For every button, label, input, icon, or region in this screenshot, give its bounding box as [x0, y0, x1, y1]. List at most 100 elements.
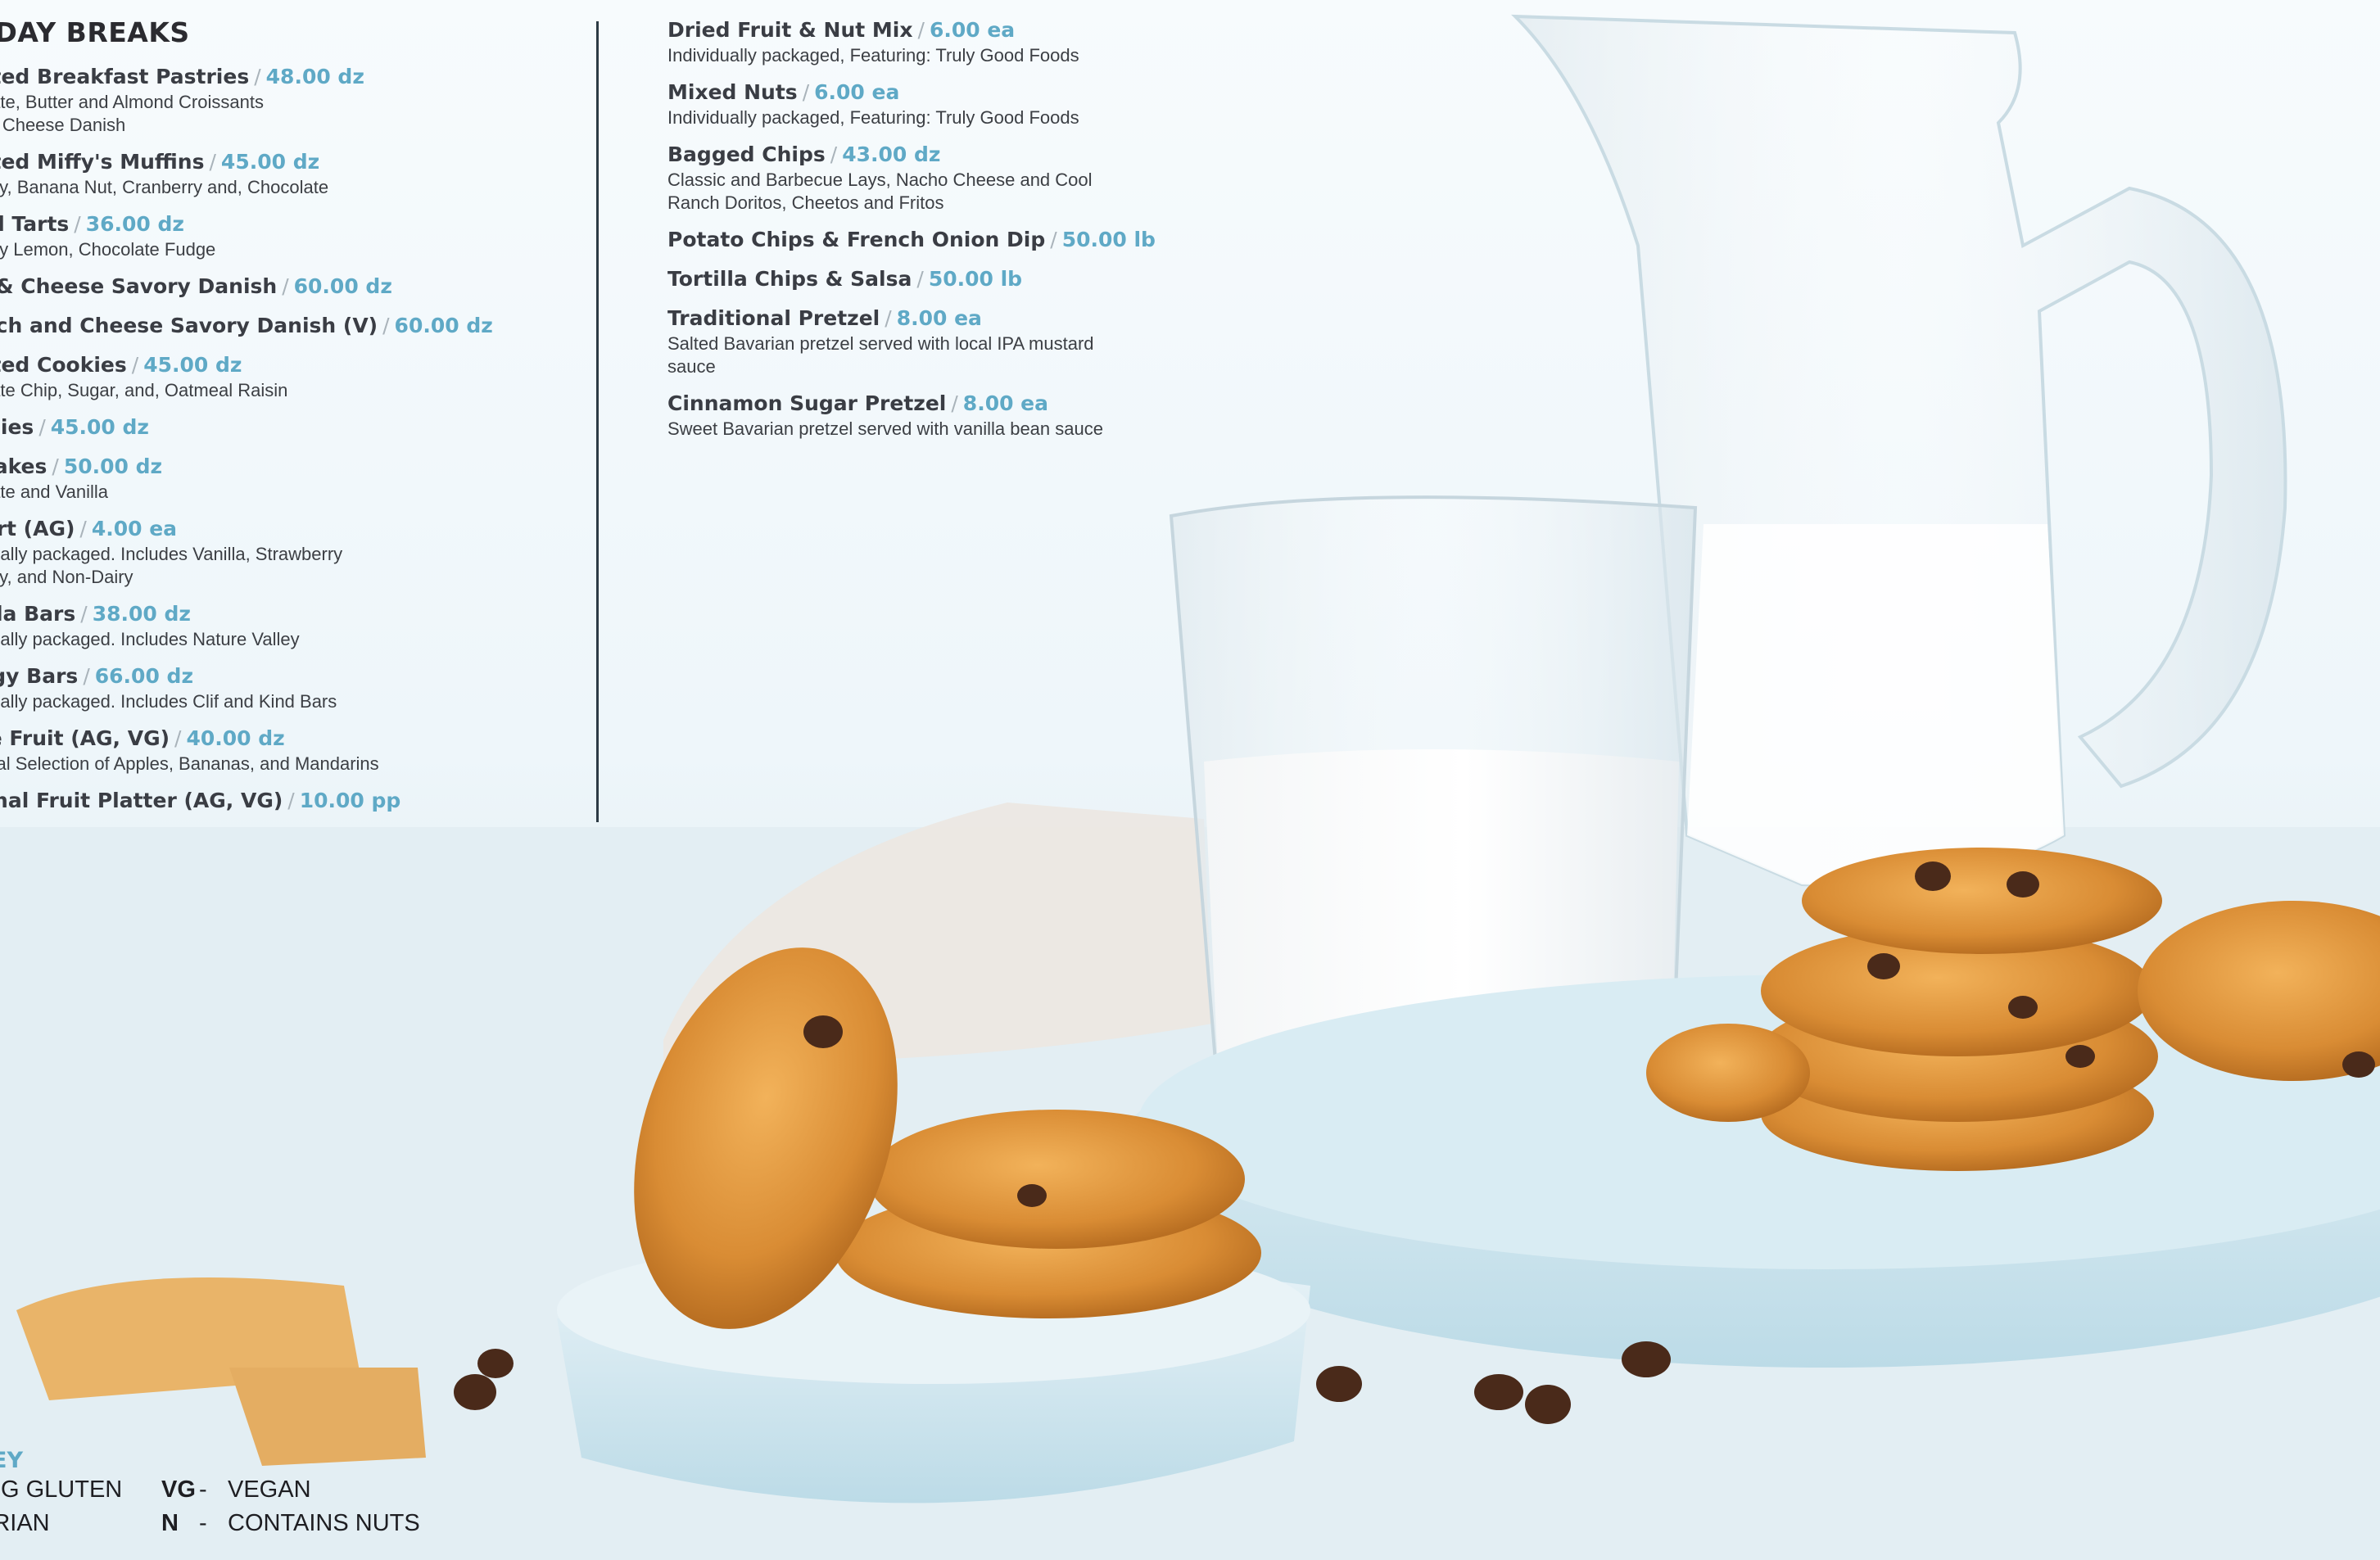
menu-item-heading: gurt (AG)/4.00 ea: [0, 515, 532, 543]
menu-item-heading: Traditional Pretzel/8.00 ea: [667, 305, 1233, 332]
menu-item: Tortilla Chips & Salsa/50.00 lb: [667, 265, 1233, 293]
price-separator: /: [83, 664, 90, 688]
menu-item-price: 38.00 dz: [92, 602, 191, 626]
menu-item: orted Breakfast Pastries/48.00 dzcolate,…: [0, 63, 532, 137]
menu-item-heading: Mixed Nuts/6.00 ea: [667, 79, 1233, 106]
menu-item-price: 6.00 ea: [814, 80, 900, 104]
menu-item-name: sonal Fruit Platter (AG, VG): [0, 789, 283, 812]
price-separator: /: [802, 80, 810, 104]
menu-item-price: 40.00 dz: [186, 726, 285, 750]
menu-item-list: Dried Fruit & Nut Mix/6.00 ea Individuall…: [667, 16, 1233, 441]
price-separator: /: [131, 353, 139, 377]
menu-item-description: vidually packaged. Includes Nature Valle…: [0, 629, 300, 649]
menu-item: fed Tarts/36.00 dzberry Lemon, Chocolate…: [0, 210, 532, 261]
menu-page: L DAY BREAKS orted Breakfast Pastries/48…: [0, 0, 2380, 1560]
menu-item-price: 36.00 dz: [85, 212, 184, 236]
menu-item-heading: Potato Chips & French Onion Dip/50.00 lb: [667, 226, 1233, 254]
menu-item-price: 50.00 dz: [63, 454, 163, 478]
menu-item: pcakes/50.00 dzcolate and Vanilla: [0, 453, 532, 504]
price-separator: /: [174, 726, 182, 750]
menu-item-price: 4.00 ea: [91, 517, 178, 540]
menu-item-price: 6.00 ea: [929, 18, 1016, 42]
key-title: EY: [0, 1448, 23, 1473]
menu-item-description: Individually packaged, Featuring: Truly …: [667, 45, 1079, 66]
price-separator: /: [282, 274, 289, 298]
price-separator: /: [79, 517, 87, 540]
price-separator: /: [254, 65, 261, 88]
menu-item-price: 43.00 dz: [842, 142, 941, 166]
menu-item-heading: Bagged Chips/43.00 dz: [667, 141, 1233, 169]
menu-item-description: Individually packaged, Featuring: Truly …: [667, 107, 1079, 128]
section-title: L DAY BREAKS: [0, 16, 190, 48]
column-divider: [596, 21, 599, 822]
menu-item-description: Classic and Barbecue Lays, Nacho Cheese …: [667, 170, 1093, 190]
menu-item-price: 48.00 dz: [265, 65, 364, 88]
menu-item: ergy Bars/66.00 dz vidually packaged. Inc…: [0, 662, 532, 713]
menu-item-description: Ranch Doritos, Cheetos and Fritos: [667, 192, 944, 213]
menu-item-heading: orted Cookies/45.00 dz: [0, 351, 532, 379]
menu-item-description: and Cheese Danish: [0, 115, 126, 135]
menu-item-name: wnies: [0, 415, 34, 439]
price-separator: /: [885, 306, 892, 330]
menu-item-name: m & Cheese Savory Danish: [0, 274, 278, 298]
menu-item-price: 8.00 ea: [896, 306, 982, 330]
menu-item-price: 45.00 dz: [50, 415, 149, 439]
menu-item-name: Bagged Chips: [667, 142, 826, 166]
key-dash: -: [199, 1510, 207, 1536]
menu-item-list: orted Breakfast Pastries/48.00 dzcolate,…: [0, 63, 532, 815]
key-code: VG: [161, 1476, 196, 1503]
menu-item-name: fed Tarts: [0, 212, 70, 236]
price-separator: /: [52, 454, 59, 478]
menu-item-description: colate and Vanilla: [0, 482, 109, 502]
menu-item-heading: Dried Fruit & Nut Mix/6.00 ea: [667, 16, 1233, 44]
menu-item-name: orted Miffy's Muffins: [0, 150, 205, 174]
menu-item-description: Salted Bavarian pretzel served with loca…: [667, 333, 1094, 354]
dietary-key: EY ING GLUTEN VG-VEGAN ARIAN N-CONTAINS NUT…: [0, 1448, 420, 1540]
menu-item: Potato Chips & French Onion Dip/50.00 lb: [667, 226, 1233, 254]
key-rows: ING GLUTEN VG-VEGAN ARIAN N-CONTAINS NUTS: [0, 1473, 420, 1540]
menu-item-heading: fed Tarts/36.00 dz: [0, 210, 532, 238]
key-left-definition: ING GLUTEN: [0, 1476, 123, 1503]
price-separator: /: [38, 415, 46, 439]
menu-item-name: ole Fruit (AG, VG): [0, 726, 170, 750]
menu-item-name: orted Cookies: [0, 353, 127, 377]
key-definition: CONTAINS NUTS: [228, 1510, 420, 1536]
menu-item: wnies/45.00 dz: [0, 414, 532, 441]
menu-item: orted Miffy's Muffins/45.00 dzberry, Ban…: [0, 148, 532, 199]
menu-item-name: Tortilla Chips & Salsa: [667, 267, 912, 291]
menu-item-description: colate, Butter and Almond Croissants: [0, 92, 264, 112]
menu-item-name: Traditional Pretzel: [667, 306, 880, 330]
menu-item-price: 10.00 pp: [299, 789, 401, 812]
price-separator: /: [287, 789, 295, 812]
price-separator: /: [917, 18, 925, 42]
key-code: N: [161, 1510, 179, 1536]
menu-item-name: nola Bars: [0, 602, 76, 626]
key-row: ARIAN N-CONTAINS NUTS: [0, 1507, 420, 1540]
menu-item-heading: nola Bars/38.00 dz: [0, 600, 532, 628]
menu-item-name: ergy Bars: [0, 664, 79, 688]
menu-item-price: 45.00 dz: [143, 353, 242, 377]
menu-item-description: sauce: [667, 356, 716, 377]
menu-item: Bagged Chips/43.00 dz Classic and Barbecu…: [667, 141, 1233, 215]
menu-item-heading: Cinnamon Sugar Pretzel/8.00 ea: [667, 390, 1233, 418]
menu-item-price: 45.00 dz: [220, 150, 320, 174]
menu-item-description: vidually packaged. Includes Clif and Kin…: [0, 691, 337, 712]
menu-item-name: orted Breakfast Pastries: [0, 65, 250, 88]
menu-item-price: 50.00 lb: [1061, 228, 1156, 251]
menu-item-name: nach and Cheese Savory Danish (V): [0, 314, 378, 337]
price-separator: /: [1050, 228, 1057, 251]
menu-item-price: 8.00 ea: [962, 391, 1049, 415]
price-separator: /: [830, 142, 838, 166]
price-separator: /: [80, 602, 88, 626]
price-separator: /: [951, 391, 958, 415]
menu-item-name: Dried Fruit & Nut Mix: [667, 18, 913, 42]
menu-item-description: Sweet Bavarian pretzel served with vanil…: [667, 418, 1103, 439]
menu-item-heading: orted Breakfast Pastries/48.00 dz: [0, 63, 532, 91]
menu-item-description: colate Chip, Sugar, and, Oatmeal Raisin: [0, 380, 288, 400]
menu-item-price: 66.00 dz: [94, 664, 193, 688]
menu-item: Traditional Pretzel/8.00 ea Salted Bavari…: [667, 305, 1233, 378]
menu-item-name: Potato Chips & French Onion Dip: [667, 228, 1046, 251]
menu-item-heading: wnies/45.00 dz: [0, 414, 532, 441]
all-day-breaks-column: L DAY BREAKS orted Breakfast Pastries/48…: [0, 16, 532, 826]
menu-item-heading: m & Cheese Savory Danish/60.00 dz: [0, 273, 532, 301]
